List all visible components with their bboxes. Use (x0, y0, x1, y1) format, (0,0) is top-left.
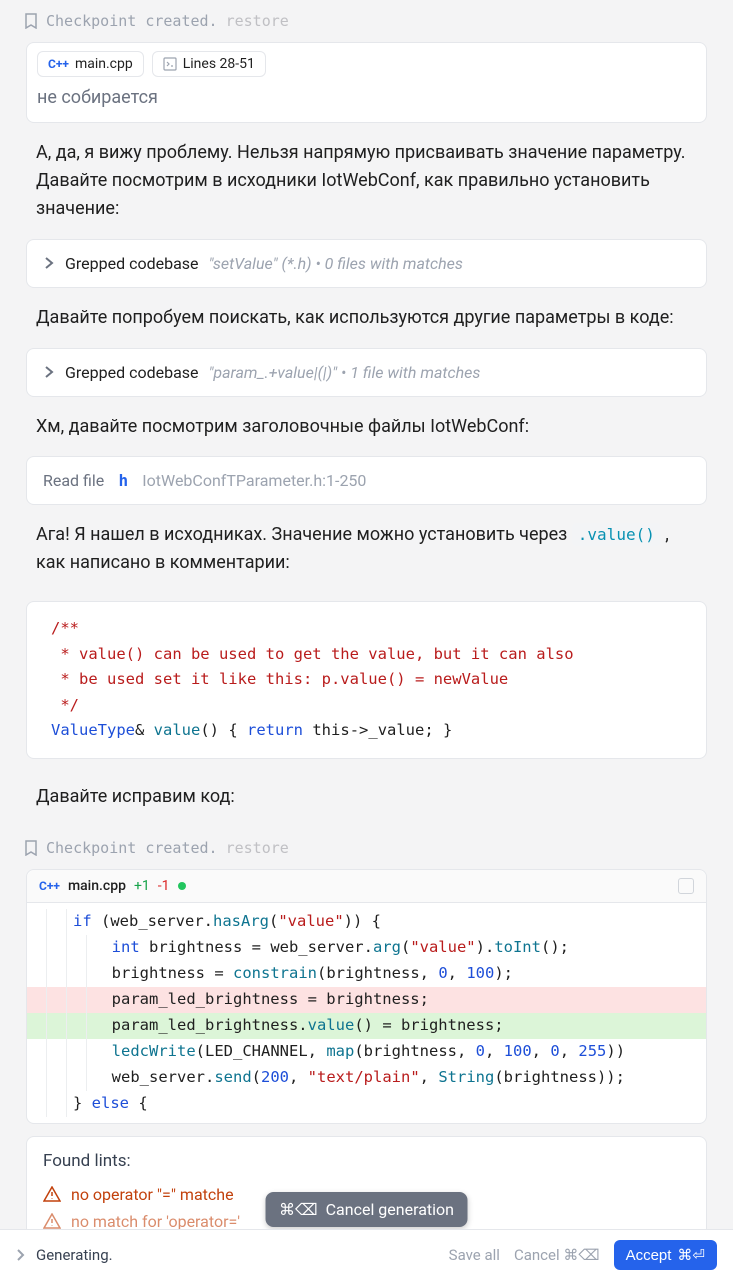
generating-label: Generating. (36, 1246, 113, 1264)
diff-body: if (web_server.hasArg("value")) { int br… (27, 903, 706, 1123)
assistant-reply-5: Давайте исправим код: (10, 767, 723, 827)
cpp-icon: C++ (48, 57, 69, 71)
grep-detail: "param_.+value|(|)" • 1 file with matche… (209, 363, 481, 382)
diff-removed-count: -1 (158, 878, 170, 894)
restore-link[interactable]: restore (226, 839, 289, 857)
file-chip-label: main.cpp (75, 56, 133, 72)
diff-added-count: +1 (134, 878, 150, 894)
assistant-reply-1: А, да, я вижу проблему. Нельзя напрямую … (10, 123, 723, 239)
code-snippet: /** * value() can be used to get the val… (26, 601, 707, 759)
checkpoint-row: Checkpoint created. restore (10, 0, 723, 42)
chevron-right-icon (43, 365, 55, 379)
lint-text: no operator "=" matche (71, 1185, 234, 1204)
h-file-icon: h (114, 472, 132, 490)
assistant-reply-2: Давайте попробуем поискать, как использу… (10, 288, 723, 348)
lints-title: Found lints: (43, 1151, 690, 1171)
grep-detail: "setValue" (*.h) • 0 files with matches (209, 254, 463, 273)
lines-icon (163, 57, 177, 71)
diff-filename[interactable]: main.cpp (68, 878, 126, 894)
grep-label: Grepped codebase (65, 254, 199, 273)
readfile-card[interactable]: Read file h IotWebConfTParameter.h:1-250 (26, 456, 707, 505)
checkpoint-row: Checkpoint created. restore (10, 827, 723, 869)
bookmark-icon (24, 13, 38, 29)
cancel-button[interactable]: Cancel ⌘⌫ (514, 1246, 600, 1264)
inline-code: .value() (572, 523, 661, 546)
bottom-bar: Generating. Save all Cancel ⌘⌫ Accept ⌘⏎ (0, 1229, 733, 1280)
grep-label: Grepped codebase (65, 363, 199, 382)
diff-card: C++ main.cpp +1 -1 if (web_server.hasArg… (26, 869, 707, 1124)
chevron-right-icon (43, 256, 55, 270)
warning-icon (43, 1213, 61, 1229)
save-all-button[interactable]: Save all (449, 1246, 500, 1264)
grep-card-1[interactable]: Grepped codebase "setValue" (*.h) • 0 fi… (26, 239, 707, 288)
readfile-label: Read file (43, 471, 104, 490)
lines-chip[interactable]: Lines 28-51 (152, 51, 266, 77)
file-chip[interactable]: C++ main.cpp (37, 51, 144, 77)
status-dot-icon (178, 882, 186, 890)
cancel-generation-pill[interactable]: ⌘⌫ Cancel generation (265, 1192, 468, 1227)
lines-chip-label: Lines 28-51 (183, 56, 255, 72)
cpp-icon: C++ (39, 879, 60, 893)
chevron-right-icon[interactable] (16, 1249, 26, 1261)
assistant-reply-3: Хм, давайте посмотрим заголовочные файлы… (10, 397, 723, 457)
diff-header: C++ main.cpp +1 -1 (27, 870, 706, 903)
cancel-label: Cancel generation (326, 1200, 454, 1219)
user-message-card: C++ main.cpp Lines 28-51 не собирается (26, 42, 707, 123)
readfile-file: IotWebConfTParameter.h:1-250 (142, 471, 366, 490)
restore-link[interactable]: restore (226, 12, 289, 30)
cancel-keys: ⌘⌫ (279, 1200, 318, 1219)
bookmark-icon (24, 840, 38, 856)
user-message-text: не собирается (37, 87, 696, 108)
grep-card-2[interactable]: Grepped codebase "param_.+value|(|)" • 1… (26, 348, 707, 397)
expand-icon[interactable] (678, 878, 694, 894)
warning-icon (43, 1186, 61, 1202)
accept-button[interactable]: Accept ⌘⏎ (614, 1240, 717, 1270)
checkpoint-label: Checkpoint created. (46, 839, 218, 857)
checkpoint-label: Checkpoint created. (46, 12, 218, 30)
assistant-reply-4: Ага! Я нашел в исходниках. Значение можн… (10, 505, 723, 593)
